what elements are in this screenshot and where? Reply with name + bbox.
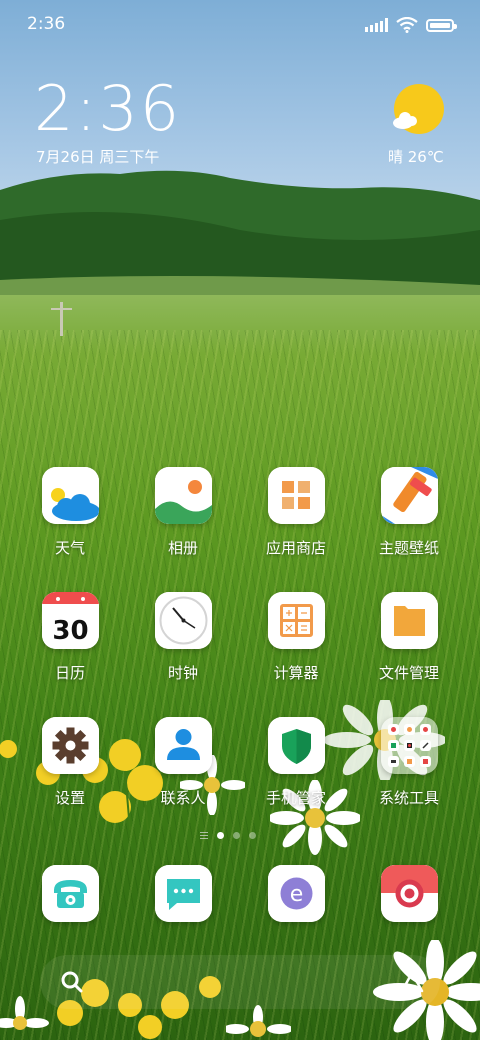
assistant-icon[interactable] xyxy=(398,969,426,997)
browser-app-icon: e xyxy=(267,865,325,922)
search-icon xyxy=(61,971,83,993)
daisy-flower xyxy=(226,1005,291,1037)
weather-widget-text[interactable]: 晴 26℃ xyxy=(388,146,444,167)
app-store[interactable]: 应用商店 xyxy=(246,467,346,558)
app-label: 设置 xyxy=(54,789,85,807)
wifi-icon xyxy=(396,17,418,33)
app-label: 计算器 xyxy=(273,664,319,682)
page-indicator[interactable] xyxy=(200,830,280,840)
app-settings[interactable]: 设置 xyxy=(20,717,120,808)
calendar-day-number: 30 xyxy=(52,616,88,646)
utility-pole xyxy=(51,302,72,336)
clock-app-icon xyxy=(154,592,212,649)
contacts-app-icon xyxy=(154,717,212,774)
app-label: 相册 xyxy=(167,539,198,557)
clock-widget-date[interactable]: 7月26日 周三下午 xyxy=(36,146,159,167)
search-bar[interactable] xyxy=(40,955,440,1009)
app-store-icon xyxy=(267,467,325,524)
themes-app-icon xyxy=(380,467,438,524)
status-bar: 2:36 xyxy=(0,0,480,50)
dock-phone[interactable] xyxy=(20,865,120,922)
weather-app-icon xyxy=(41,467,99,524)
app-label: 天气 xyxy=(54,539,85,557)
app-label: 时钟 xyxy=(167,664,198,682)
svg-text:e: e xyxy=(289,882,303,907)
dock-camera[interactable] xyxy=(359,865,459,922)
system-tools-folder-icon xyxy=(380,717,438,774)
sunny-cloud-icon[interactable] xyxy=(392,84,444,136)
settings-app-icon xyxy=(41,717,99,774)
app-label: 主题壁纸 xyxy=(378,539,439,557)
status-time: 2:36 xyxy=(27,14,66,34)
messages-app-icon xyxy=(154,865,212,922)
security-app-icon xyxy=(267,717,325,774)
app-clock[interactable]: 时钟 xyxy=(133,592,233,683)
gallery-app-icon xyxy=(154,467,212,524)
page-indicator-menu xyxy=(200,831,208,839)
app-gallery[interactable]: 相册 xyxy=(133,467,233,558)
camera-app-icon xyxy=(380,865,438,922)
calendar-app-icon: 30 xyxy=(41,592,99,649)
battery-icon xyxy=(426,18,457,32)
signal-icon xyxy=(365,18,388,32)
app-label: 应用商店 xyxy=(265,539,326,557)
app-label: 手机管家 xyxy=(265,789,326,807)
app-weather[interactable]: 天气 xyxy=(20,467,120,558)
app-security[interactable]: 手机管家 xyxy=(246,717,346,808)
app-label: 联系人 xyxy=(160,789,206,807)
clock-widget-time[interactable]: 2:36 xyxy=(34,72,181,145)
app-calendar[interactable]: 30 日历 xyxy=(20,592,120,683)
calculator-app-icon xyxy=(267,592,325,649)
file-manager-icon xyxy=(380,592,438,649)
page-dot-active xyxy=(217,831,224,839)
page-dot xyxy=(233,831,240,839)
wallpaper-grass xyxy=(0,330,480,1040)
dock-messages[interactable] xyxy=(133,865,233,922)
folder-system-tools[interactable]: 系统工具 xyxy=(359,717,459,808)
app-label: 文件管理 xyxy=(378,664,439,682)
dock-browser[interactable]: e xyxy=(246,865,346,922)
phone-app-icon xyxy=(41,865,99,922)
page-dot xyxy=(249,831,256,839)
app-label: 日历 xyxy=(54,664,85,682)
app-calculator[interactable]: 计算器 xyxy=(246,592,346,683)
app-themes[interactable]: 主题壁纸 xyxy=(359,467,459,558)
app-label: 系统工具 xyxy=(378,789,439,807)
status-icons xyxy=(365,15,457,35)
app-file-manager[interactable]: 文件管理 xyxy=(359,592,459,683)
app-contacts[interactable]: 联系人 xyxy=(133,717,233,808)
